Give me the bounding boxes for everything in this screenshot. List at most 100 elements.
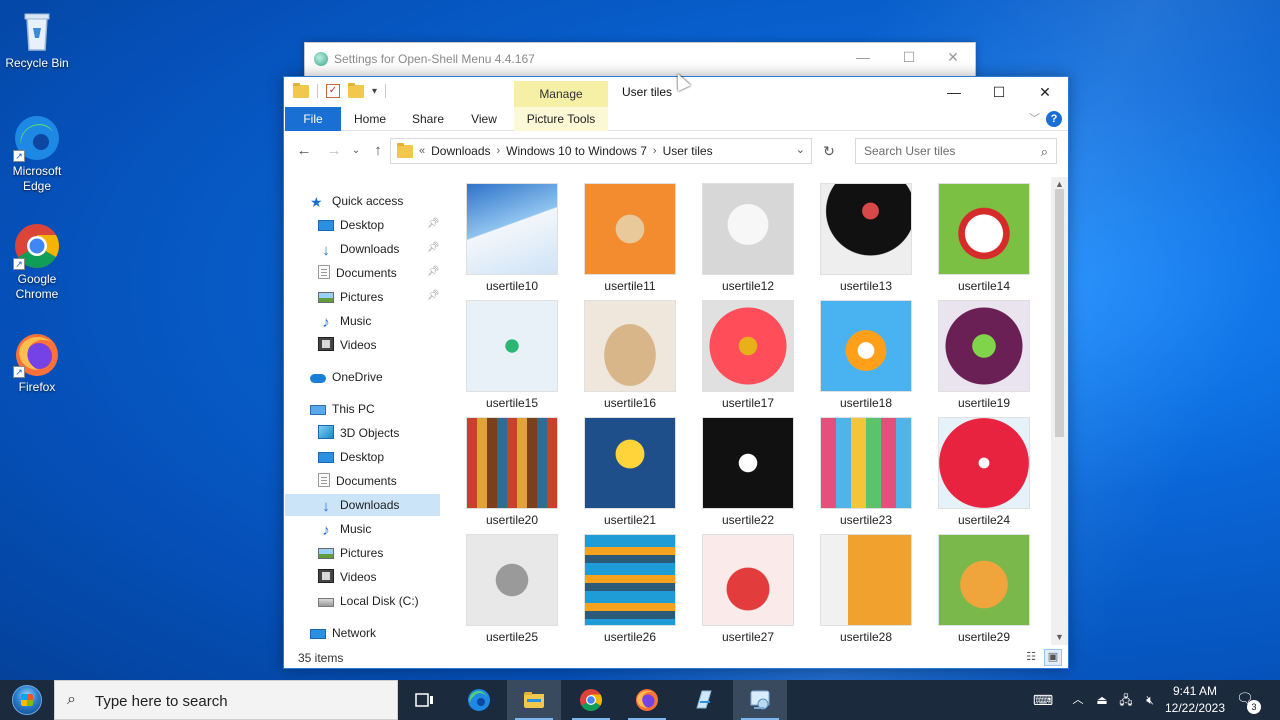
sidebar-item-pc-videos[interactable]: Videos bbox=[318, 566, 376, 588]
tab-manage[interactable]: Manage bbox=[514, 81, 608, 108]
task-view-button[interactable] bbox=[398, 680, 452, 720]
properties-icon[interactable]: ✓ bbox=[326, 84, 340, 98]
volume-muted-icon[interactable]: 🔇︎ bbox=[1140, 680, 1160, 720]
maximize-button[interactable]: ☐ bbox=[976, 81, 1022, 103]
desktop-icon-recycle-bin[interactable]: Recycle Bin bbox=[2, 6, 72, 71]
close-button[interactable]: ✕ bbox=[943, 49, 963, 66]
up-arrow-icon[interactable]: ↑ bbox=[368, 142, 388, 159]
file-tile[interactable]: usertile28 bbox=[816, 532, 916, 643]
maximize-button[interactable]: ☐ bbox=[899, 49, 919, 66]
help-icon[interactable]: ? bbox=[1046, 111, 1062, 127]
taskbar-search-box[interactable]: ⌕ Type here to search bbox=[54, 680, 398, 720]
desktop-icon-firefox[interactable]: ↗ Firefox bbox=[2, 330, 72, 395]
sidebar-item-local-disk[interactable]: Local Disk (C:) bbox=[318, 590, 419, 612]
file-tile[interactable]: usertile23 bbox=[816, 415, 916, 531]
refresh-icon[interactable]: ↻ bbox=[816, 138, 842, 164]
sidebar-item-network[interactable]: Network bbox=[310, 622, 376, 644]
scroll-down-icon[interactable]: ▼ bbox=[1054, 632, 1065, 642]
large-icons-view-icon[interactable]: ▣ bbox=[1044, 649, 1062, 666]
notification-center-button[interactable]: 🗨︎ 3 bbox=[1236, 690, 1261, 714]
file-tile[interactable]: usertile21 bbox=[580, 415, 680, 531]
task-view-icon bbox=[415, 693, 433, 707]
chevron-down-icon[interactable]: ﹀ bbox=[1029, 110, 1040, 126]
details-view-icon[interactable]: ☷ bbox=[1022, 649, 1040, 666]
forward-arrow-icon[interactable]: → bbox=[324, 142, 344, 159]
keyboard-icon[interactable]: ⌨ bbox=[1030, 680, 1056, 720]
sidebar-item-3d-objects[interactable]: 3D Objects bbox=[318, 422, 399, 444]
sidebar-item-onedrive[interactable]: OneDrive bbox=[310, 366, 383, 388]
sidebar-item-desktop[interactable]: Desktop bbox=[318, 214, 384, 236]
customize-qat-icon[interactable]: ▾ bbox=[372, 86, 377, 97]
clock[interactable]: 9:41 AM 12/22/2023 bbox=[1160, 683, 1230, 717]
firefox-icon: ↗ bbox=[13, 330, 61, 378]
start-button[interactable] bbox=[0, 680, 54, 720]
file-tile[interactable]: usertile24 bbox=[934, 415, 1034, 531]
desktop-icon-chrome[interactable]: ↗ Google Chrome bbox=[2, 222, 72, 302]
sidebar-item-label: Music bbox=[340, 314, 372, 328]
file-tile[interactable]: usertile20 bbox=[462, 415, 562, 531]
desktop-icon-edge[interactable]: ↗ Microsoft Edge bbox=[2, 114, 72, 194]
tab-file[interactable]: File bbox=[285, 107, 341, 131]
tab-share[interactable]: Share bbox=[404, 107, 452, 131]
file-tile[interactable]: usertile22 bbox=[698, 415, 798, 531]
scrollbar-thumb[interactable] bbox=[1055, 189, 1064, 437]
network-tray-icon[interactable]: 🖧︎ bbox=[1116, 680, 1136, 720]
sidebar-item-pc-downloads[interactable]: ↓ Downloads bbox=[285, 494, 440, 516]
file-tile[interactable]: usertile10 bbox=[462, 181, 562, 297]
recent-locations-icon[interactable]: ⌄ bbox=[346, 145, 366, 156]
breadcrumb-overflow[interactable]: « bbox=[419, 145, 425, 157]
sidebar-item-pc-pictures[interactable]: Pictures bbox=[318, 542, 383, 564]
file-tile[interactable]: usertile15 bbox=[462, 298, 562, 414]
sidebar-item-pictures[interactable]: Pictures bbox=[318, 286, 383, 308]
vertical-scrollbar[interactable]: ▲ ▼ bbox=[1051, 177, 1068, 645]
file-tile[interactable]: usertile11 bbox=[580, 181, 680, 297]
file-tile[interactable]: usertile17 bbox=[698, 298, 798, 414]
chevron-down-icon[interactable]: ⌄ bbox=[796, 143, 805, 156]
sidebar-item-pc-desktop[interactable]: Desktop bbox=[318, 446, 384, 468]
file-tile[interactable]: usertile18 bbox=[816, 298, 916, 414]
back-arrow-icon[interactable]: ← bbox=[294, 142, 314, 159]
file-tile[interactable]: usertile14 bbox=[934, 181, 1034, 297]
sidebar-item-music[interactable]: ♪ Music bbox=[318, 310, 371, 332]
breadcrumb-windows-10-to-windows-7[interactable]: Windows 10 to Windows 7 bbox=[506, 144, 647, 158]
explorer-window[interactable]: ✓ ▾ Manage User tiles — ☐ ✕ File Home Sh… bbox=[283, 76, 1069, 669]
chevron-right-icon[interactable]: › bbox=[653, 145, 657, 157]
breadcrumb-downloads[interactable]: Downloads bbox=[431, 144, 490, 158]
taskbar-chrome[interactable] bbox=[564, 680, 618, 720]
usb-icon[interactable]: ⏏ bbox=[1092, 680, 1112, 720]
taskbar-firefox[interactable] bbox=[620, 680, 674, 720]
sidebar-item-downloads[interactable]: ↓ Downloads bbox=[318, 238, 399, 260]
file-tile[interactable]: usertile26 bbox=[580, 532, 680, 643]
tab-view[interactable]: View bbox=[460, 107, 508, 131]
sidebar-item-documents[interactable]: Documents bbox=[318, 262, 397, 284]
sidebar-item-pc-documents[interactable]: Documents bbox=[318, 470, 397, 492]
sidebar-item-videos[interactable]: Videos bbox=[318, 334, 376, 356]
file-thumbnail bbox=[702, 534, 794, 626]
chevron-right-icon[interactable]: › bbox=[497, 145, 501, 157]
minimize-button[interactable]: — bbox=[931, 81, 977, 103]
taskbar-open-shell-settings[interactable] bbox=[733, 680, 787, 720]
file-tile[interactable]: usertile19 bbox=[934, 298, 1034, 414]
close-button[interactable]: ✕ bbox=[1022, 81, 1068, 103]
file-tile[interactable]: usertile13 bbox=[816, 181, 916, 297]
sidebar-item-quick-access[interactable]: ★ Quick access bbox=[310, 190, 403, 212]
file-tile[interactable]: usertile16 bbox=[580, 298, 680, 414]
taskbar-edge[interactable] bbox=[452, 680, 506, 720]
file-tile[interactable]: usertile12 bbox=[698, 181, 798, 297]
file-tile[interactable]: usertile25 bbox=[462, 532, 562, 643]
new-folder-icon[interactable] bbox=[348, 82, 364, 98]
chevron-up-icon[interactable]: ︿ bbox=[1068, 680, 1088, 720]
file-tile[interactable]: usertile27 bbox=[698, 532, 798, 643]
address-bar[interactable]: « Downloads › Windows 10 to Windows 7 › … bbox=[390, 138, 812, 164]
taskbar-file-explorer[interactable] bbox=[507, 680, 561, 720]
search-input[interactable]: Search User tiles ⌕ bbox=[855, 138, 1057, 164]
taskbar-app-installer[interactable] bbox=[677, 680, 731, 720]
tab-picture-tools[interactable]: Picture Tools bbox=[514, 107, 608, 131]
sidebar-item-pc-music[interactable]: ♪ Music bbox=[318, 518, 371, 540]
sidebar-item-this-pc[interactable]: This PC bbox=[310, 398, 375, 420]
tab-home[interactable]: Home bbox=[346, 107, 394, 131]
minimize-button[interactable]: — bbox=[853, 49, 873, 65]
breadcrumb-user-tiles[interactable]: User tiles bbox=[663, 144, 713, 158]
scroll-up-icon[interactable]: ▲ bbox=[1054, 179, 1065, 189]
file-tile[interactable]: usertile29 bbox=[934, 532, 1034, 643]
